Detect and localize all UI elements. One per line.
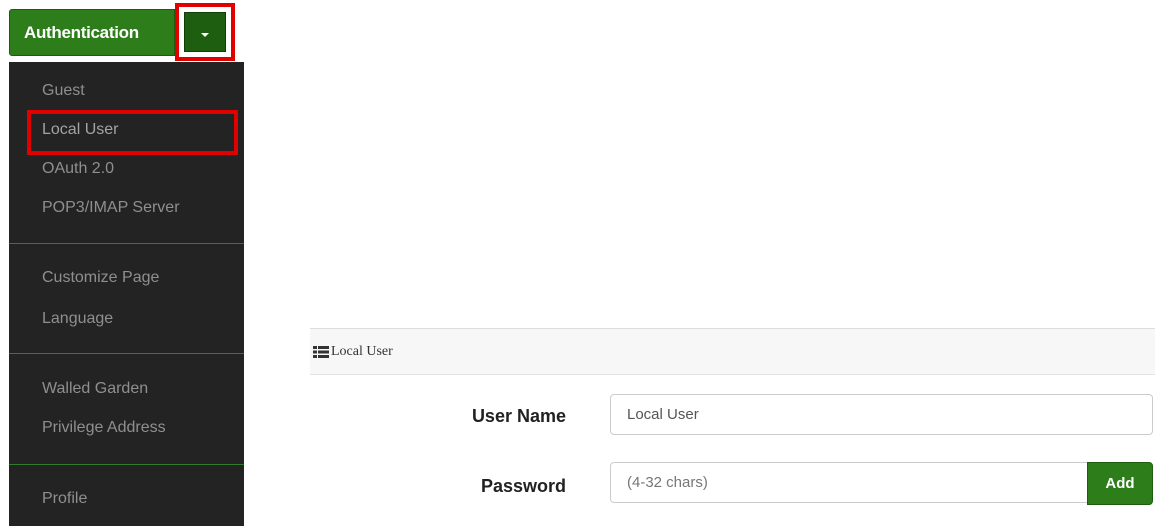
list-icon bbox=[313, 345, 329, 358]
menu-item-pop3-imap-server[interactable]: POP3/IMAP Server bbox=[9, 190, 244, 226]
menu-item-walled-garden[interactable]: Walled Garden bbox=[9, 371, 244, 407]
menu-divider bbox=[9, 353, 244, 354]
menu-item-customize-page[interactable]: Customize Page bbox=[9, 260, 244, 296]
dropdown-toggle-highlight[interactable] bbox=[175, 3, 235, 61]
menu-item-guest[interactable]: Guest bbox=[9, 73, 244, 109]
menu-item-oauth[interactable]: OAuth 2.0 bbox=[9, 151, 244, 187]
password-label: Password bbox=[480, 476, 566, 496]
authentication-label: Authentication bbox=[24, 22, 139, 42]
menu-divider bbox=[9, 243, 244, 244]
panel-title: Local User bbox=[331, 343, 393, 359]
menu-item-profile[interactable]: Profile bbox=[9, 481, 244, 517]
username-label: User Name bbox=[471, 406, 566, 426]
menu-divider bbox=[9, 464, 244, 465]
password-field[interactable] bbox=[610, 462, 1088, 503]
panel-header: Local User bbox=[310, 328, 1155, 375]
authentication-button[interactable]: Authentication bbox=[9, 9, 175, 56]
caret-down-icon bbox=[201, 33, 209, 37]
username-field[interactable] bbox=[610, 394, 1153, 435]
menu-item-local-user[interactable]: Local User bbox=[9, 112, 244, 148]
add-button-label: Add bbox=[1105, 475, 1135, 492]
add-button[interactable]: Add bbox=[1087, 462, 1153, 505]
menu-item-privilege-address[interactable]: Privilege Address bbox=[9, 410, 244, 446]
authentication-dropdown-menu: Guest Local User OAuth 2.0 POP3/IMAP Ser… bbox=[9, 62, 244, 526]
dropdown-toggle-button[interactable] bbox=[184, 12, 226, 52]
menu-item-language[interactable]: Language bbox=[9, 301, 244, 337]
